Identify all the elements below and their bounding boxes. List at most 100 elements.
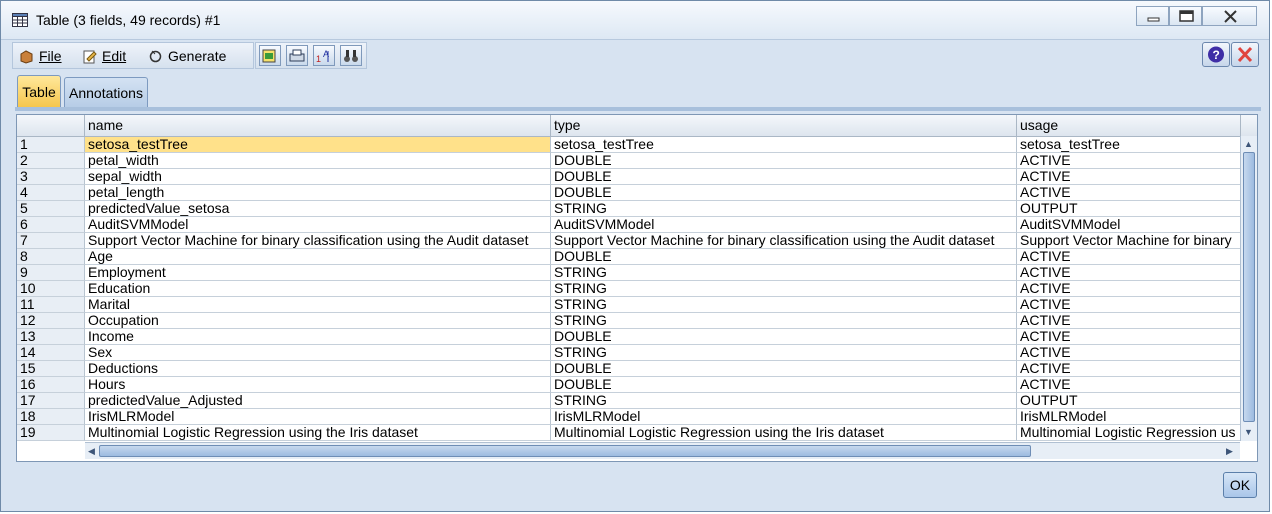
row-number[interactable]: 2 xyxy=(17,153,85,169)
cell-usage[interactable]: Support Vector Machine for binary xyxy=(1017,233,1241,249)
cell-type[interactable]: STRING xyxy=(551,345,1017,361)
table-row[interactable]: 10 Education STRING ACTIVE xyxy=(17,281,1241,297)
maximize-button[interactable] xyxy=(1169,6,1202,26)
window-close-button[interactable] xyxy=(1202,6,1257,26)
cell-usage[interactable]: ACTIVE xyxy=(1017,169,1241,185)
cell-type[interactable]: DOUBLE xyxy=(551,153,1017,169)
cell-name[interactable]: setosa_testTree xyxy=(85,137,551,153)
table-row[interactable]: 16 Hours DOUBLE ACTIVE xyxy=(17,377,1241,393)
cell-type[interactable]: IrisMLRModel xyxy=(551,409,1017,425)
cell-usage[interactable]: ACTIVE xyxy=(1017,361,1241,377)
cell-name[interactable]: Deductions xyxy=(85,361,551,377)
table-row[interactable]: 3 sepal_width DOUBLE ACTIVE xyxy=(17,169,1241,185)
cell-usage[interactable]: OUTPUT xyxy=(1017,393,1241,409)
table-row[interactable]: 18 IrisMLRModel IrisMLRModel IrisMLRModel xyxy=(17,409,1241,425)
cell-name[interactable]: IrisMLRModel xyxy=(85,409,551,425)
row-number[interactable]: 17 xyxy=(17,393,85,409)
table-row[interactable]: 8 Age DOUBLE ACTIVE xyxy=(17,249,1241,265)
horizontal-scroll-thumb[interactable] xyxy=(99,445,1031,457)
horizontal-scrollbar[interactable]: ◀ ▶ xyxy=(85,442,1240,459)
scroll-up-icon[interactable]: ▲ xyxy=(1244,138,1253,150)
cell-usage[interactable]: ACTIVE xyxy=(1017,153,1241,169)
cell-type[interactable]: AuditSVMModel xyxy=(551,217,1017,233)
table-row[interactable]: 5 predictedValue_setosa STRING OUTPUT xyxy=(17,201,1241,217)
vertical-scrollbar[interactable]: ▲ ▼ xyxy=(1240,136,1257,441)
table-row[interactable]: 19 Multinomial Logistic Regression using … xyxy=(17,425,1241,441)
cell-name[interactable]: predictedValue_setosa xyxy=(85,201,551,217)
cell-type[interactable]: STRING xyxy=(551,281,1017,297)
cell-type[interactable]: DOUBLE xyxy=(551,377,1017,393)
scroll-down-icon[interactable]: ▼ xyxy=(1244,426,1253,438)
row-number[interactable]: 16 xyxy=(17,377,85,393)
cell-name[interactable]: Support Vector Machine for binary classi… xyxy=(85,233,551,249)
cell-type[interactable]: STRING xyxy=(551,201,1017,217)
cell-name[interactable]: Employment xyxy=(85,265,551,281)
row-number[interactable]: 10 xyxy=(17,281,85,297)
help-button[interactable]: ? xyxy=(1202,42,1230,67)
cell-name[interactable]: petal_width xyxy=(85,153,551,169)
table-row[interactable]: 7 Support Vector Machine for binary class… xyxy=(17,233,1241,249)
table-row[interactable]: 9 Employment STRING ACTIVE xyxy=(17,265,1241,281)
cell-usage[interactable]: ACTIVE xyxy=(1017,345,1241,361)
table-row[interactable]: 4 petal_length DOUBLE ACTIVE xyxy=(17,185,1241,201)
export-button[interactable] xyxy=(259,45,281,66)
row-number[interactable]: 8 xyxy=(17,249,85,265)
cell-name[interactable]: Income xyxy=(85,329,551,345)
row-number[interactable]: 4 xyxy=(17,185,85,201)
cell-name[interactable]: Occupation xyxy=(85,313,551,329)
close-button[interactable] xyxy=(1231,42,1259,67)
menu-edit[interactable]: Edit xyxy=(82,47,126,65)
cell-name[interactable]: predictedValue_Adjusted xyxy=(85,393,551,409)
tab-table[interactable]: Table xyxy=(17,75,61,108)
print-button[interactable] xyxy=(286,45,308,66)
row-number[interactable]: 3 xyxy=(17,169,85,185)
cell-name[interactable]: Marital xyxy=(85,297,551,313)
cell-type[interactable]: DOUBLE xyxy=(551,249,1017,265)
cell-usage[interactable]: OUTPUT xyxy=(1017,201,1241,217)
table-row[interactable]: 13 Income DOUBLE ACTIVE xyxy=(17,329,1241,345)
table-row[interactable]: 14 Sex STRING ACTIVE xyxy=(17,345,1241,361)
table-row[interactable]: 1 setosa_testTree setosa_testTree setosa_te… xyxy=(17,137,1241,153)
table-row[interactable]: 17 predictedValue_Adjusted STRING OUTPUT xyxy=(17,393,1241,409)
header-name[interactable]: name xyxy=(85,115,551,136)
table-row[interactable]: 11 Marital STRING ACTIVE xyxy=(17,297,1241,313)
table-row[interactable]: 6 AuditSVMModel AuditSVMModel AuditSVMModel xyxy=(17,217,1241,233)
cell-usage[interactable]: ACTIVE xyxy=(1017,329,1241,345)
vertical-scroll-thumb[interactable] xyxy=(1243,152,1255,422)
row-number[interactable]: 1 xyxy=(17,137,85,153)
cell-usage[interactable]: ACTIVE xyxy=(1017,265,1241,281)
cell-usage[interactable]: ACTIVE xyxy=(1017,281,1241,297)
table-row[interactable]: 15 Deductions DOUBLE ACTIVE xyxy=(17,361,1241,377)
scroll-right-icon[interactable]: ▶ xyxy=(1226,445,1233,457)
ok-button[interactable]: OK xyxy=(1223,472,1257,498)
cell-usage[interactable]: ACTIVE xyxy=(1017,313,1241,329)
tab-annotations[interactable]: Annotations xyxy=(64,77,148,108)
cell-usage[interactable]: IrisMLRModel xyxy=(1017,409,1241,425)
header-type[interactable]: type xyxy=(551,115,1017,136)
cell-usage[interactable]: Multinomial Logistic Regression us xyxy=(1017,425,1241,441)
find-button[interactable] xyxy=(340,45,362,66)
cell-type[interactable]: Support Vector Machine for binary classi… xyxy=(551,233,1017,249)
menu-generate[interactable]: Generate xyxy=(148,47,226,65)
row-number[interactable]: 18 xyxy=(17,409,85,425)
row-number[interactable]: 11 xyxy=(17,297,85,313)
cell-usage[interactable]: ACTIVE xyxy=(1017,377,1241,393)
scroll-left-icon[interactable]: ◀ xyxy=(88,445,95,457)
minimize-button[interactable] xyxy=(1136,6,1169,26)
sort-button[interactable]: 1A xyxy=(313,45,335,66)
cell-usage[interactable]: ACTIVE xyxy=(1017,185,1241,201)
cell-name[interactable]: Education xyxy=(85,281,551,297)
cell-name[interactable]: sepal_width xyxy=(85,169,551,185)
cell-name[interactable]: AuditSVMModel xyxy=(85,217,551,233)
table-row[interactable]: 2 petal_width DOUBLE ACTIVE xyxy=(17,153,1241,169)
header-usage[interactable]: usage xyxy=(1017,115,1241,136)
cell-type[interactable]: DOUBLE xyxy=(551,169,1017,185)
row-number[interactable]: 13 xyxy=(17,329,85,345)
cell-usage[interactable]: ACTIVE xyxy=(1017,249,1241,265)
cell-type[interactable]: DOUBLE xyxy=(551,361,1017,377)
cell-type[interactable]: STRING xyxy=(551,393,1017,409)
cell-name[interactable]: Sex xyxy=(85,345,551,361)
cell-type[interactable]: DOUBLE xyxy=(551,329,1017,345)
row-number[interactable]: 9 xyxy=(17,265,85,281)
row-number[interactable]: 12 xyxy=(17,313,85,329)
